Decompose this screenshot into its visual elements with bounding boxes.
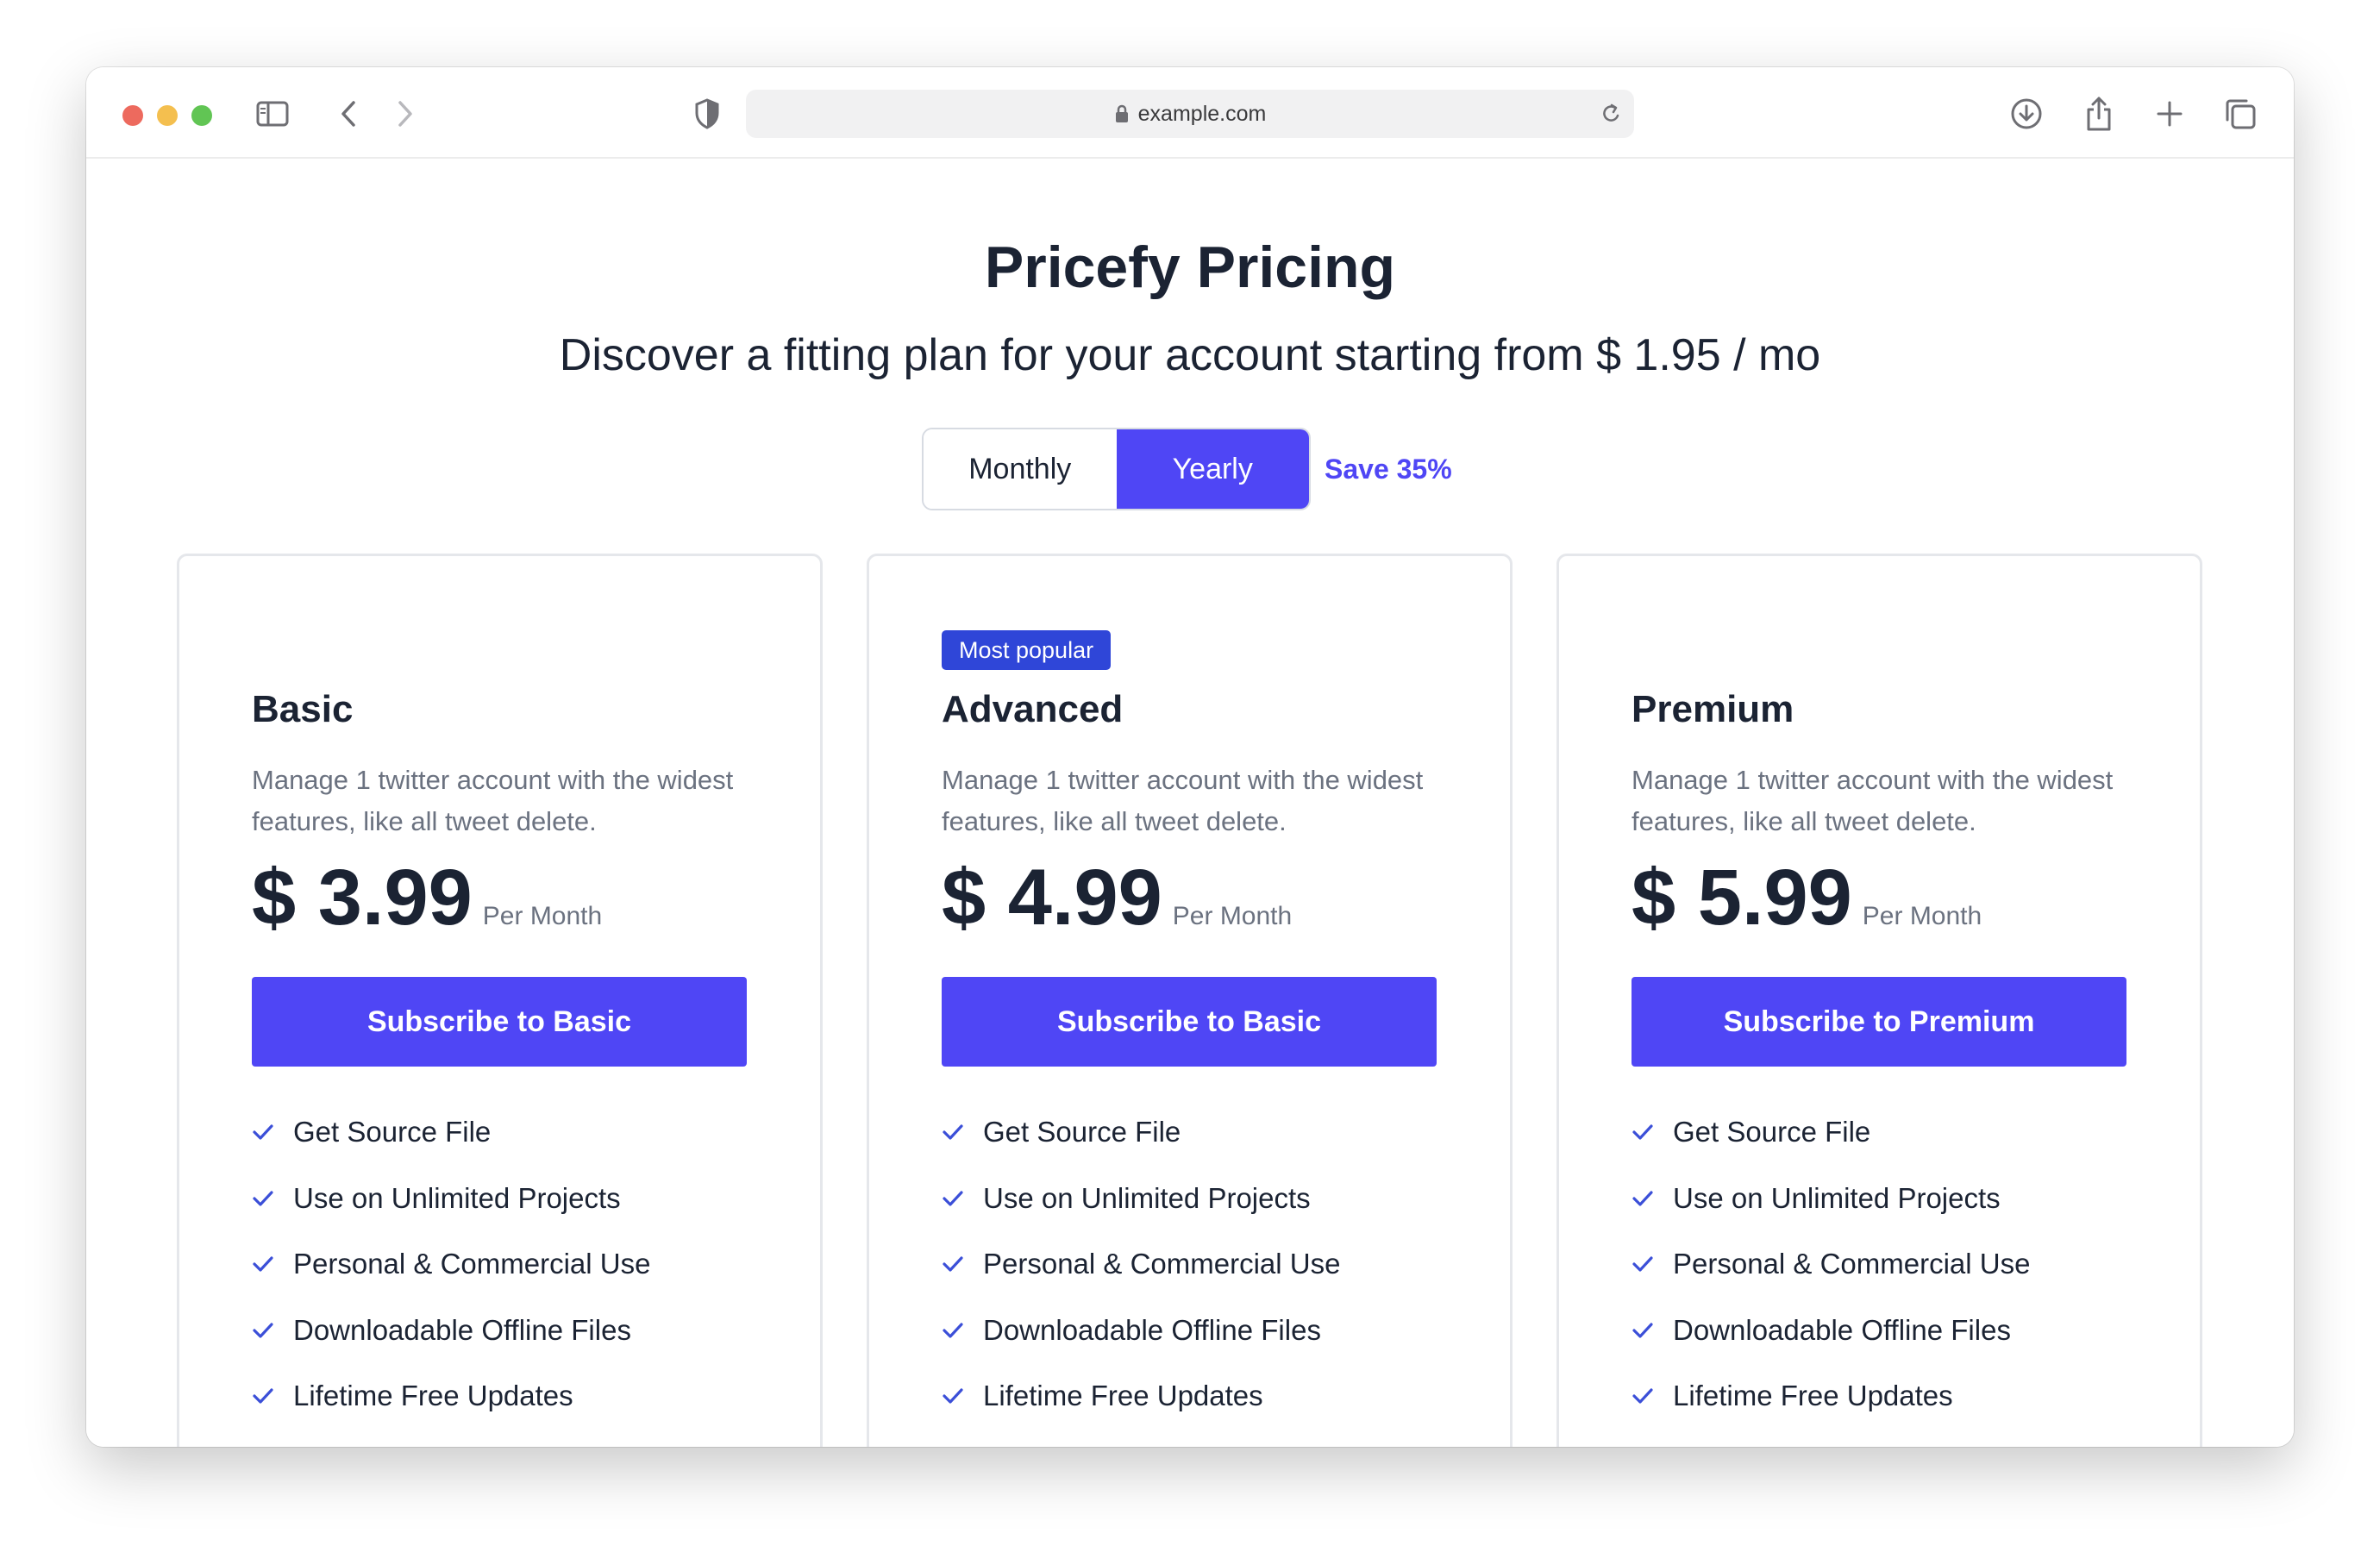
feature-item: Lifetime Free Updates xyxy=(1632,1363,2132,1430)
browser-toolbar: example.com xyxy=(86,67,2294,159)
plus-icon[interactable] xyxy=(2152,97,2187,131)
plan-description: Manage 1 twitter account with the widest… xyxy=(1632,765,2114,836)
feature-label: Lifetime Free Updates xyxy=(983,1380,1263,1412)
close-window-button[interactable] xyxy=(122,105,143,126)
feature-item: Get Source File xyxy=(1632,1099,2132,1166)
price-period: Per Month xyxy=(1172,902,1293,930)
feature-item: Personal & Commercial Use xyxy=(252,1231,752,1298)
minimize-window-button[interactable] xyxy=(157,105,178,126)
feature-item: Get Source File xyxy=(252,1099,752,1166)
shield-icon[interactable] xyxy=(688,95,726,133)
feature-label: Downloadable Offline Files xyxy=(293,1313,631,1346)
feature-label: Downloadable Offline Files xyxy=(983,1313,1321,1346)
feature-label: Use on Unlimited Projects xyxy=(983,1181,1311,1214)
feature-item: Downloadable Offline Files xyxy=(942,1298,1442,1364)
address-bar[interactable]: example.com xyxy=(746,90,1634,138)
feature-label: Use on Unlimited Projects xyxy=(1673,1181,2001,1214)
check-icon xyxy=(1632,1186,1657,1211)
chevron-right-icon[interactable] xyxy=(388,97,423,131)
check-icon xyxy=(1632,1383,1657,1409)
feature-label: Downloadable Offline Files xyxy=(1673,1313,2011,1346)
browser-window: example.com Pricefy Pricing Discover a f… xyxy=(86,67,2294,1447)
yearly-toggle-button[interactable]: Yearly xyxy=(1116,429,1309,509)
check-icon xyxy=(252,1383,278,1409)
price-period: Per Month xyxy=(482,902,603,930)
feature-label: Lifetime Free Updates xyxy=(293,1380,573,1412)
plan-price: $ 4.99 xyxy=(942,854,1162,942)
check-icon xyxy=(942,1383,968,1409)
plan-name: Advanced xyxy=(942,688,1124,730)
feature-list: Get Source File Use on Unlimited Project… xyxy=(1632,1099,2132,1430)
lock-icon xyxy=(1114,103,1130,124)
feature-item: Use on Unlimited Projects xyxy=(942,1166,1442,1232)
feature-label: Personal & Commercial Use xyxy=(1673,1248,2031,1280)
save-note: Save 35% xyxy=(1325,453,1452,485)
check-icon xyxy=(942,1186,968,1211)
plan-name: Premium xyxy=(1632,688,1794,730)
feature-label: Get Source File xyxy=(1673,1116,1871,1148)
feature-label: Lifetime Free Updates xyxy=(1673,1380,1953,1412)
price-period: Per Month xyxy=(1862,902,1982,930)
check-icon xyxy=(942,1119,968,1145)
check-icon xyxy=(252,1186,278,1211)
feature-label: Personal & Commercial Use xyxy=(983,1248,1341,1280)
price-row: $ 3.99 Per Month xyxy=(252,854,602,941)
feature-item: Downloadable Offline Files xyxy=(252,1298,752,1364)
zoom-window-button[interactable] xyxy=(191,105,212,126)
feature-item: Lifetime Free Updates xyxy=(942,1363,1442,1430)
plan-card-advanced: Most popular Advanced Manage 1 twitter a… xyxy=(867,554,1513,1447)
feature-list: Get Source File Use on Unlimited Project… xyxy=(252,1099,752,1430)
plan-card-basic: Basic Manage 1 twitter account with the … xyxy=(177,554,823,1447)
feature-list: Get Source File Use on Unlimited Project… xyxy=(942,1099,1442,1430)
check-icon xyxy=(942,1251,968,1277)
check-icon xyxy=(252,1251,278,1277)
check-icon xyxy=(1632,1251,1657,1277)
most-popular-badge: Most popular xyxy=(942,630,1112,670)
feature-item: Use on Unlimited Projects xyxy=(252,1166,752,1232)
check-icon xyxy=(252,1119,278,1145)
check-icon xyxy=(1632,1317,1657,1343)
page-title: Pricefy Pricing xyxy=(984,235,1396,300)
plan-description: Manage 1 twitter account with the widest… xyxy=(252,765,734,836)
feature-label: Get Source File xyxy=(293,1116,492,1148)
reload-icon[interactable] xyxy=(1600,102,1622,132)
pricing-page: Pricefy Pricing Discover a fitting plan … xyxy=(86,159,2294,1447)
url-text: example.com xyxy=(1137,101,1267,126)
subscribe-basic-button[interactable]: Subscribe to Basic xyxy=(252,977,747,1067)
feature-item: Lifetime Free Updates xyxy=(252,1363,752,1430)
feature-label: Personal & Commercial Use xyxy=(293,1248,651,1280)
check-icon xyxy=(942,1317,968,1343)
price-row: $ 4.99 Per Month xyxy=(942,854,1292,941)
feature-item: Personal & Commercial Use xyxy=(1632,1231,2132,1298)
check-icon xyxy=(252,1317,278,1343)
plan-name: Basic xyxy=(252,688,354,730)
feature-label: Get Source File xyxy=(983,1116,1181,1148)
page-subtitle: Discover a fitting plan for your account… xyxy=(559,330,1821,380)
tabs-overview-icon[interactable] xyxy=(2221,95,2259,133)
chevron-left-icon[interactable] xyxy=(331,97,366,131)
plan-price: $ 5.99 xyxy=(1632,854,1852,942)
price-row: $ 5.99 Per Month xyxy=(1632,854,1982,941)
plan-card-premium: Premium Manage 1 twitter account with th… xyxy=(1556,554,2202,1447)
plan-price: $ 3.99 xyxy=(252,854,473,942)
plan-description: Manage 1 twitter account with the widest… xyxy=(942,765,1424,836)
check-icon xyxy=(1632,1119,1657,1145)
billing-period-toggle: Monthly Yearly xyxy=(922,428,1311,510)
feature-item: Downloadable Offline Files xyxy=(1632,1298,2132,1364)
feature-label: Use on Unlimited Projects xyxy=(293,1181,621,1214)
feature-item: Personal & Commercial Use xyxy=(942,1231,1442,1298)
share-icon[interactable] xyxy=(2080,93,2118,135)
feature-item: Use on Unlimited Projects xyxy=(1632,1166,2132,1232)
download-icon[interactable] xyxy=(2007,95,2045,133)
subscribe-advanced-button[interactable]: Subscribe to Basic xyxy=(942,977,1437,1067)
sidebar-icon[interactable] xyxy=(255,97,290,131)
monthly-toggle-button[interactable]: Monthly xyxy=(924,429,1117,509)
feature-item: Get Source File xyxy=(942,1099,1442,1166)
subscribe-premium-button[interactable]: Subscribe to Premium xyxy=(1632,977,2126,1067)
